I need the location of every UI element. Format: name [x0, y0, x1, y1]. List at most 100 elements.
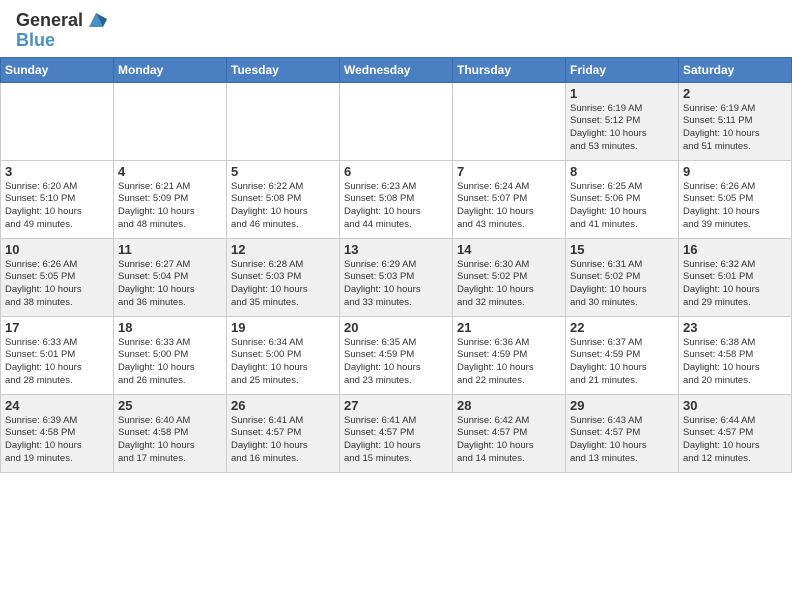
day-number: 10 — [5, 242, 109, 257]
day-info: Sunrise: 6:19 AM Sunset: 5:11 PM Dayligh… — [683, 103, 787, 154]
day-number: 12 — [231, 242, 335, 257]
weekday-header-friday: Friday — [566, 57, 679, 82]
day-number: 23 — [683, 320, 787, 335]
day-cell: 16 Sunrise: 6:32 AM Sunset: 5:01 PM Dayli… — [679, 238, 792, 316]
day-number: 19 — [231, 320, 335, 335]
day-info: Sunrise: 6:40 AM Sunset: 4:58 PM Dayligh… — [118, 415, 222, 466]
day-info: Sunrise: 6:21 AM Sunset: 5:09 PM Dayligh… — [118, 181, 222, 232]
day-info: Sunrise: 6:26 AM Sunset: 5:05 PM Dayligh… — [5, 259, 109, 310]
day-cell: 23 Sunrise: 6:38 AM Sunset: 4:58 PM Dayli… — [679, 316, 792, 394]
day-info: Sunrise: 6:31 AM Sunset: 5:02 PM Dayligh… — [570, 259, 674, 310]
day-number: 9 — [683, 164, 787, 179]
day-number: 27 — [344, 398, 448, 413]
day-info: Sunrise: 6:41 AM Sunset: 4:57 PM Dayligh… — [344, 415, 448, 466]
day-info: Sunrise: 6:27 AM Sunset: 5:04 PM Dayligh… — [118, 259, 222, 310]
day-info: Sunrise: 6:26 AM Sunset: 5:05 PM Dayligh… — [683, 181, 787, 232]
day-cell: 14 Sunrise: 6:30 AM Sunset: 5:02 PM Dayli… — [453, 238, 566, 316]
day-cell: 1 Sunrise: 6:19 AM Sunset: 5:12 PM Daylig… — [566, 82, 679, 160]
day-cell: 8 Sunrise: 6:25 AM Sunset: 5:06 PM Daylig… — [566, 160, 679, 238]
day-cell: 12 Sunrise: 6:28 AM Sunset: 5:03 PM Dayli… — [227, 238, 340, 316]
logo-text: General — [16, 10, 83, 32]
day-number: 22 — [570, 320, 674, 335]
day-cell — [453, 82, 566, 160]
day-info: Sunrise: 6:25 AM Sunset: 5:06 PM Dayligh… — [570, 181, 674, 232]
day-number: 20 — [344, 320, 448, 335]
day-cell: 13 Sunrise: 6:29 AM Sunset: 5:03 PM Dayli… — [340, 238, 453, 316]
weekday-header-row: SundayMondayTuesdayWednesdayThursdayFrid… — [1, 57, 792, 82]
day-cell: 27 Sunrise: 6:41 AM Sunset: 4:57 PM Dayli… — [340, 394, 453, 472]
day-info: Sunrise: 6:39 AM Sunset: 4:58 PM Dayligh… — [5, 415, 109, 466]
day-cell: 20Sunrise: 6:35 AM Sunset: 4:59 PM Dayli… — [340, 316, 453, 394]
weekday-header-sunday: Sunday — [1, 57, 114, 82]
day-info: Sunrise: 6:29 AM Sunset: 5:03 PM Dayligh… — [344, 259, 448, 310]
day-info: Sunrise: 6:41 AM Sunset: 4:57 PM Dayligh… — [231, 415, 335, 466]
day-number: 30 — [683, 398, 787, 413]
day-number: 16 — [683, 242, 787, 257]
day-number: 6 — [344, 164, 448, 179]
day-cell: 22Sunrise: 6:37 AM Sunset: 4:59 PM Dayli… — [566, 316, 679, 394]
weekday-header-saturday: Saturday — [679, 57, 792, 82]
day-cell: 25 Sunrise: 6:40 AM Sunset: 4:58 PM Dayli… — [114, 394, 227, 472]
day-number: 29 — [570, 398, 674, 413]
day-cell: 7Sunrise: 6:24 AM Sunset: 5:07 PM Daylig… — [453, 160, 566, 238]
day-cell: 6 Sunrise: 6:23 AM Sunset: 5:08 PM Daylig… — [340, 160, 453, 238]
day-cell: 28 Sunrise: 6:42 AM Sunset: 4:57 PM Dayli… — [453, 394, 566, 472]
weekday-header-tuesday: Tuesday — [227, 57, 340, 82]
day-info: Sunrise: 6:19 AM Sunset: 5:12 PM Dayligh… — [570, 103, 674, 154]
calendar: SundayMondayTuesdayWednesdayThursdayFrid… — [0, 57, 792, 473]
logo-blue: Blue — [16, 30, 107, 51]
day-number: 13 — [344, 242, 448, 257]
day-cell: 29 Sunrise: 6:43 AM Sunset: 4:57 PM Dayli… — [566, 394, 679, 472]
day-info: Sunrise: 6:36 AM Sunset: 4:59 PM Dayligh… — [457, 337, 561, 388]
day-cell: 4Sunrise: 6:21 AM Sunset: 5:09 PM Daylig… — [114, 160, 227, 238]
day-info: Sunrise: 6:28 AM Sunset: 5:03 PM Dayligh… — [231, 259, 335, 310]
day-info: Sunrise: 6:33 AM Sunset: 5:00 PM Dayligh… — [118, 337, 222, 388]
day-number: 28 — [457, 398, 561, 413]
day-info: Sunrise: 6:22 AM Sunset: 5:08 PM Dayligh… — [231, 181, 335, 232]
day-cell: 9 Sunrise: 6:26 AM Sunset: 5:05 PM Daylig… — [679, 160, 792, 238]
logo: General Blue — [16, 10, 107, 51]
day-cell: 5 Sunrise: 6:22 AM Sunset: 5:08 PM Daylig… — [227, 160, 340, 238]
day-info: Sunrise: 6:20 AM Sunset: 5:10 PM Dayligh… — [5, 181, 109, 232]
day-cell: 30 Sunrise: 6:44 AM Sunset: 4:57 PM Dayli… — [679, 394, 792, 472]
day-number: 17 — [5, 320, 109, 335]
day-cell: 17 Sunrise: 6:33 AM Sunset: 5:01 PM Dayli… — [1, 316, 114, 394]
weekday-header-wednesday: Wednesday — [340, 57, 453, 82]
logo-icon — [85, 9, 107, 31]
day-cell: 21Sunrise: 6:36 AM Sunset: 4:59 PM Dayli… — [453, 316, 566, 394]
day-number: 3 — [5, 164, 109, 179]
day-cell — [227, 82, 340, 160]
day-number: 25 — [118, 398, 222, 413]
week-row-2: 10 Sunrise: 6:26 AM Sunset: 5:05 PM Dayli… — [1, 238, 792, 316]
day-info: Sunrise: 6:43 AM Sunset: 4:57 PM Dayligh… — [570, 415, 674, 466]
day-info: Sunrise: 6:38 AM Sunset: 4:58 PM Dayligh… — [683, 337, 787, 388]
day-cell: 24 Sunrise: 6:39 AM Sunset: 4:58 PM Dayli… — [1, 394, 114, 472]
week-row-0: 1 Sunrise: 6:19 AM Sunset: 5:12 PM Daylig… — [1, 82, 792, 160]
header: General Blue — [0, 0, 792, 57]
day-number: 14 — [457, 242, 561, 257]
week-row-1: 3 Sunrise: 6:20 AM Sunset: 5:10 PM Daylig… — [1, 160, 792, 238]
day-info: Sunrise: 6:30 AM Sunset: 5:02 PM Dayligh… — [457, 259, 561, 310]
day-info: Sunrise: 6:42 AM Sunset: 4:57 PM Dayligh… — [457, 415, 561, 466]
day-cell: 11 Sunrise: 6:27 AM Sunset: 5:04 PM Dayli… — [114, 238, 227, 316]
day-number: 5 — [231, 164, 335, 179]
day-number: 1 — [570, 86, 674, 101]
day-info: Sunrise: 6:33 AM Sunset: 5:01 PM Dayligh… — [5, 337, 109, 388]
day-number: 2 — [683, 86, 787, 101]
day-cell: 15Sunrise: 6:31 AM Sunset: 5:02 PM Dayli… — [566, 238, 679, 316]
day-number: 24 — [5, 398, 109, 413]
day-number: 26 — [231, 398, 335, 413]
week-row-3: 17 Sunrise: 6:33 AM Sunset: 5:01 PM Dayli… — [1, 316, 792, 394]
day-info: Sunrise: 6:23 AM Sunset: 5:08 PM Dayligh… — [344, 181, 448, 232]
day-cell: 18 Sunrise: 6:33 AM Sunset: 5:00 PM Dayli… — [114, 316, 227, 394]
day-info: Sunrise: 6:44 AM Sunset: 4:57 PM Dayligh… — [683, 415, 787, 466]
day-number: 11 — [118, 242, 222, 257]
day-info: Sunrise: 6:32 AM Sunset: 5:01 PM Dayligh… — [683, 259, 787, 310]
day-cell: 2 Sunrise: 6:19 AM Sunset: 5:11 PM Daylig… — [679, 82, 792, 160]
day-number: 7 — [457, 164, 561, 179]
day-number: 18 — [118, 320, 222, 335]
day-cell: 10 Sunrise: 6:26 AM Sunset: 5:05 PM Dayli… — [1, 238, 114, 316]
day-cell: 3 Sunrise: 6:20 AM Sunset: 5:10 PM Daylig… — [1, 160, 114, 238]
day-number: 8 — [570, 164, 674, 179]
day-cell — [1, 82, 114, 160]
